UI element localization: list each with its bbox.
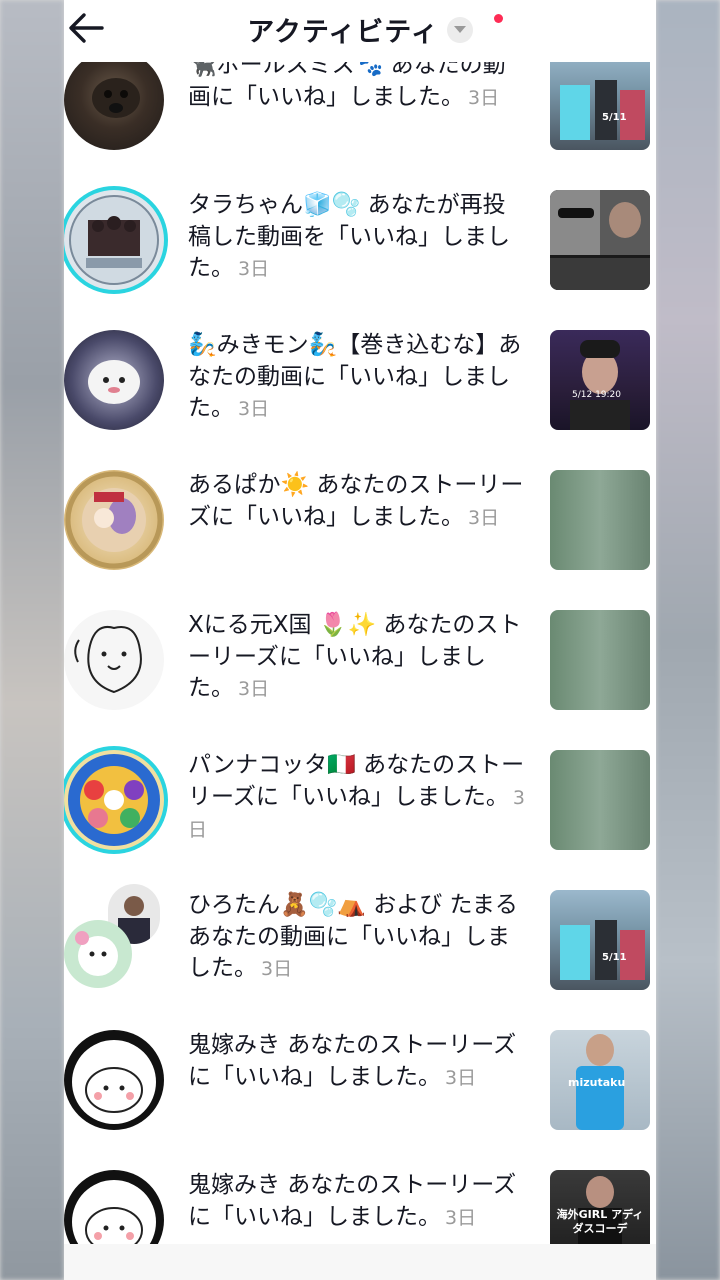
list-item[interactable]: Xにる元X国 🌷✨ あなたのストーリーズに「いいね」しました。 3日 [64,610,656,749]
timestamp: 3日 [238,398,270,420]
timestamp: 3日 [468,86,500,109]
background-left [0,0,64,1280]
timestamp: 3日 [468,506,500,529]
chevron-down-icon [446,16,473,43]
list-item[interactable]: 鬼嫁みき あなたのストーリーズに「いいね」しました。 3日 mizutaku [64,1030,656,1169]
page-title: アクティビティ [247,17,439,48]
avatar[interactable] [64,610,164,710]
timestamp: 3日 [238,258,270,280]
avatar[interactable] [64,1170,164,1244]
timestamp: 3日 [261,958,293,980]
avatar[interactable] [64,330,164,430]
video-thumbnail[interactable]: 5/12 19:20 [550,330,650,430]
video-thumbnail[interactable] [550,190,650,290]
avatar[interactable] [64,1030,164,1130]
timestamp: 3日 [445,1066,477,1089]
activity-text: ひろたん🧸🫧⛺ および たまる あなたの動画に「いいね」しました。 [188,892,518,981]
list-item[interactable]: パンナコッタ🇮🇹 あなたのストーリーズに「いいね」しました。 3日 [64,750,656,889]
video-thumbnail[interactable]: 5/11 [550,890,650,990]
list-item[interactable]: タラちゃん🧊🫧 あなたが再投稿した動画を「いいね」しました。 3日 [64,190,656,329]
video-thumbnail[interactable]: 5/11 [550,62,650,150]
avatar[interactable] [64,470,164,570]
thumbnail-label: 5/12 19:20 [572,390,622,400]
avatar[interactable] [64,62,164,150]
avatar[interactable] [64,190,164,290]
timestamp: 3日 [445,1206,477,1229]
timestamp: 3日 [238,678,270,700]
story-thumbnail[interactable] [550,470,650,570]
activity-text: タラちゃん🧊🫧 あなたが再投稿した動画を「いいね」しました。 [188,192,510,281]
thumbnail-label: 海外GIRL アディダスコーデ [556,1208,644,1235]
system-nav-bar [64,1244,656,1280]
notification-dot [494,14,503,23]
background-right [656,0,720,1280]
activity-text: 🐈‍⬛ポールスミス🐾 あなたの動画に「いいね」しました。 [188,62,506,110]
avatar[interactable] [64,750,164,850]
list-item[interactable]: 鬼嫁みき あなたのストーリーズに「いいね」しました。 3日 海外GIRL アディダ… [64,1170,656,1244]
app-screen: アクティビティ 🐈‍⬛ポールスミス🐾 あなたの動画に「いいね」しました。 3日 5… [64,0,656,1280]
header: アクティビティ [64,0,656,62]
avatar[interactable] [64,884,164,990]
story-thumbnail[interactable]: 海外GIRL アディダスコーデ [550,1170,650,1244]
story-thumbnail[interactable] [550,610,650,710]
list-item[interactable]: ひろたん🧸🫧⛺ および たまる あなたの動画に「いいね」しました。 3日 5/11 [64,884,656,1029]
activity-list: 🐈‍⬛ポールスミス🐾 あなたの動画に「いいね」しました。 3日 5/11 タラちゃ… [64,62,656,1244]
list-item[interactable]: 🧞みきモン🧞【巻き込むな】あなたの動画に「いいね」しました。 3日 5/12 19… [64,330,656,469]
thumbnail-label: mizutaku [568,1076,626,1089]
story-thumbnail[interactable] [550,750,650,850]
list-item[interactable]: あるぱか☀️ あなたのストーリーズに「いいね」しました。 3日 [64,470,656,609]
thumbnail-label: 5/11 [602,112,627,123]
activity-text: パンナコッタ🇮🇹 あなたのストーリーズに「いいね」しました。 [188,752,525,810]
title-dropdown[interactable]: アクティビティ [247,10,473,49]
thumbnail-label: 5/11 [602,952,627,963]
list-item[interactable]: 🐈‍⬛ポールスミス🐾 あなたの動画に「いいね」しました。 3日 5/11 [64,62,656,189]
story-thumbnail[interactable]: mizutaku [550,1030,650,1130]
